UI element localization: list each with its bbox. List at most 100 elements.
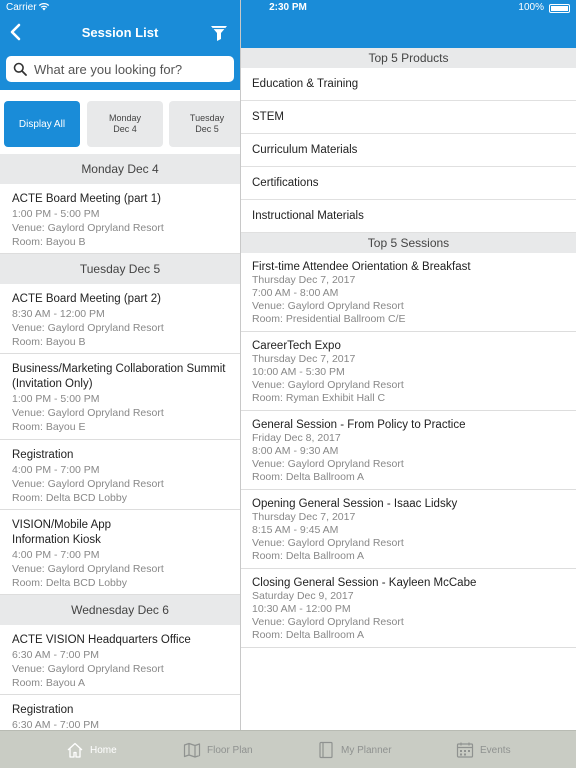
tab-monday-dec-4[interactable]: Monday Dec 4: [87, 101, 163, 147]
session-list-pane: Session List Display All Monday Dec 4 Tu…: [0, 0, 240, 730]
tab-home[interactable]: Home: [66, 731, 117, 768]
book-icon: [319, 741, 333, 759]
session-venue: Venue: Gaylord Opryland Resort: [252, 300, 404, 312]
top-session-item[interactable]: Opening General Session - Isaac Lidsky T…: [241, 490, 576, 569]
day-filter-tabs: Display All Monday Dec 4 Tuesday Dec 5: [0, 90, 240, 154]
session-title: ACTE Board Meeting (part 2): [12, 293, 161, 305]
product-item[interactable]: Education & Training: [241, 68, 576, 101]
tab-display-all[interactable]: Display All: [4, 101, 80, 147]
tab-events[interactable]: Events: [456, 731, 511, 768]
session-time: 10:00 AM - 5:30 PM: [252, 366, 345, 378]
session-date: Friday Dec 8, 2017: [252, 432, 341, 444]
detail-header: [241, 16, 576, 48]
product-item[interactable]: STEM: [241, 101, 576, 134]
session-venue: Venue: Gaylord Opryland Resort: [252, 379, 404, 391]
session-time: 10:30 AM - 12:00 PM: [252, 603, 351, 615]
session-title: VISION/Mobile App Information Kiosk: [12, 519, 112, 546]
map-icon: [183, 742, 201, 758]
session-room: Room: Ryman Exhibit Hall C: [252, 392, 386, 404]
session-time: 8:30 AM - 12:00 PM: [12, 308, 105, 320]
session-date: Saturday Dec 9, 2017: [252, 590, 354, 602]
tab-label: Events: [480, 744, 511, 756]
session-title: Registration: [12, 704, 74, 716]
list-item[interactable]: ACTE VISION Headquarters Office 6:30 AM …: [0, 625, 240, 695]
product-item[interactable]: Instructional Materials: [241, 200, 576, 233]
tab-tuesday-dec-5[interactable]: Tuesday Dec 5: [169, 101, 240, 147]
tab-label-day: Monday: [108, 113, 142, 123]
search-icon: [13, 62, 27, 76]
section-header-sessions: Top 5 Sessions: [241, 233, 576, 253]
tab-label-date: Dec 4: [113, 124, 137, 134]
session-time: 7:00 AM - 8:00 AM: [252, 287, 339, 299]
session-venue: Venue: Gaylord Opryland Resort: [12, 663, 164, 675]
session-room: Room: Delta BCD Lobby: [12, 577, 127, 589]
session-venue: Venue: Gaylord Opryland Resort: [12, 563, 164, 575]
section-header-products: Top 5 Products: [241, 48, 576, 68]
home-icon: [67, 742, 83, 758]
battery-percent: 100%: [518, 2, 544, 13]
session-title: First-time Attendee Orientation & Breakf…: [252, 261, 471, 273]
session-date: Thursday Dec 7, 2017: [252, 274, 356, 286]
battery-icon: [549, 4, 570, 13]
session-time: 1:00 PM - 5:00 PM: [12, 393, 100, 405]
search-bar: [6, 56, 234, 82]
tab-label: Floor Plan: [207, 744, 253, 756]
top-session-item[interactable]: General Session - From Policy to Practic…: [241, 411, 576, 490]
filter-icon[interactable]: [210, 24, 228, 42]
session-time: 8:00 AM - 9:30 AM: [252, 445, 339, 457]
session-date: Thursday Dec 7, 2017: [252, 511, 356, 523]
session-title: Closing General Session - Kayleen McCabe: [252, 577, 477, 589]
top-session-item[interactable]: Closing General Session - Kayleen McCabe…: [241, 569, 576, 648]
session-title: Opening General Session - Isaac Lidsky: [252, 498, 458, 510]
tab-my-planner[interactable]: My Planner: [317, 731, 392, 768]
search-input[interactable]: [34, 56, 230, 82]
session-time: 8:15 AM - 9:45 AM: [252, 524, 339, 536]
page-title: Session List: [81, 25, 159, 40]
session-room: Room: Delta Ballroom A: [252, 550, 365, 562]
session-title: CareerTech Expo: [252, 340, 341, 352]
product-item[interactable]: Certifications: [241, 167, 576, 200]
session-venue: Venue: Gaylord Opryland Resort: [252, 616, 404, 628]
session-room: Room: Delta Ballroom A: [252, 471, 365, 483]
session-list: Monday Dec 4 ACTE Board Meeting (part 1)…: [0, 154, 240, 730]
session-date: Thursday Dec 7, 2017: [252, 353, 356, 365]
top-session-item[interactable]: CareerTech Expo Thursday Dec 7, 2017 10:…: [241, 332, 576, 411]
list-item[interactable]: ACTE Board Meeting (part 1) 1:00 PM - 5:…: [0, 184, 240, 254]
tab-label: Display All: [18, 118, 66, 130]
session-time: 4:00 PM - 7:00 PM: [12, 464, 100, 476]
session-venue: Venue: Gaylord Opryland Resort: [12, 322, 164, 334]
session-title: ACTE VISION Headquarters Office: [12, 634, 191, 646]
session-room: Room: Bayou B: [12, 336, 86, 348]
session-title: Business/Marketing Collaboration Summit …: [12, 363, 226, 390]
session-title: General Session - From Policy to Practic…: [252, 419, 466, 431]
tab-label: My Planner: [341, 744, 392, 756]
session-room: Room: Delta BCD Lobby: [12, 492, 127, 504]
list-item[interactable]: Registration 6:30 AM - 7:00 PM: [0, 695, 240, 730]
session-room: Room: Bayou A: [12, 677, 85, 689]
session-venue: Venue: Gaylord Opryland Resort: [12, 222, 164, 234]
session-time: 6:30 AM - 7:00 PM: [12, 719, 99, 730]
tab-label: Home: [90, 744, 117, 756]
list-item[interactable]: Registration 4:00 PM - 7:00 PM Venue: Ga…: [0, 440, 240, 510]
session-room: Room: Bayou B: [12, 236, 86, 248]
tab-label-date: Dec 5: [195, 124, 219, 134]
session-title: ACTE Board Meeting (part 1): [12, 193, 161, 205]
session-room: Room: Presidential Ballroom C/E: [252, 313, 406, 325]
list-item[interactable]: VISION/Mobile App Information Kiosk 4:00…: [0, 510, 240, 595]
tab-bar: Home Floor Plan My Planner Events: [0, 730, 576, 768]
session-time: 6:30 AM - 7:00 PM: [12, 649, 99, 661]
session-title: Registration: [12, 449, 74, 461]
session-venue: Venue: Gaylord Opryland Resort: [252, 458, 404, 470]
product-item[interactable]: Curriculum Materials: [241, 134, 576, 167]
session-time: 1:00 PM - 5:00 PM: [12, 208, 100, 220]
tab-label-day: Tuesday: [189, 113, 225, 123]
top-session-item[interactable]: First-time Attendee Orientation & Breakf…: [241, 253, 576, 332]
tab-floor-plan[interactable]: Floor Plan: [183, 731, 253, 768]
session-venue: Venue: Gaylord Opryland Resort: [252, 537, 404, 549]
list-item[interactable]: Business/Marketing Collaboration Summit …: [0, 354, 240, 440]
session-venue: Venue: Gaylord Opryland Resort: [12, 478, 164, 490]
section-header: Wednesday Dec 6: [0, 595, 240, 625]
list-item[interactable]: ACTE Board Meeting (part 2) 8:30 AM - 12…: [0, 284, 240, 354]
session-room: Room: Delta Ballroom A: [252, 629, 365, 641]
section-header: Monday Dec 4: [0, 154, 240, 184]
